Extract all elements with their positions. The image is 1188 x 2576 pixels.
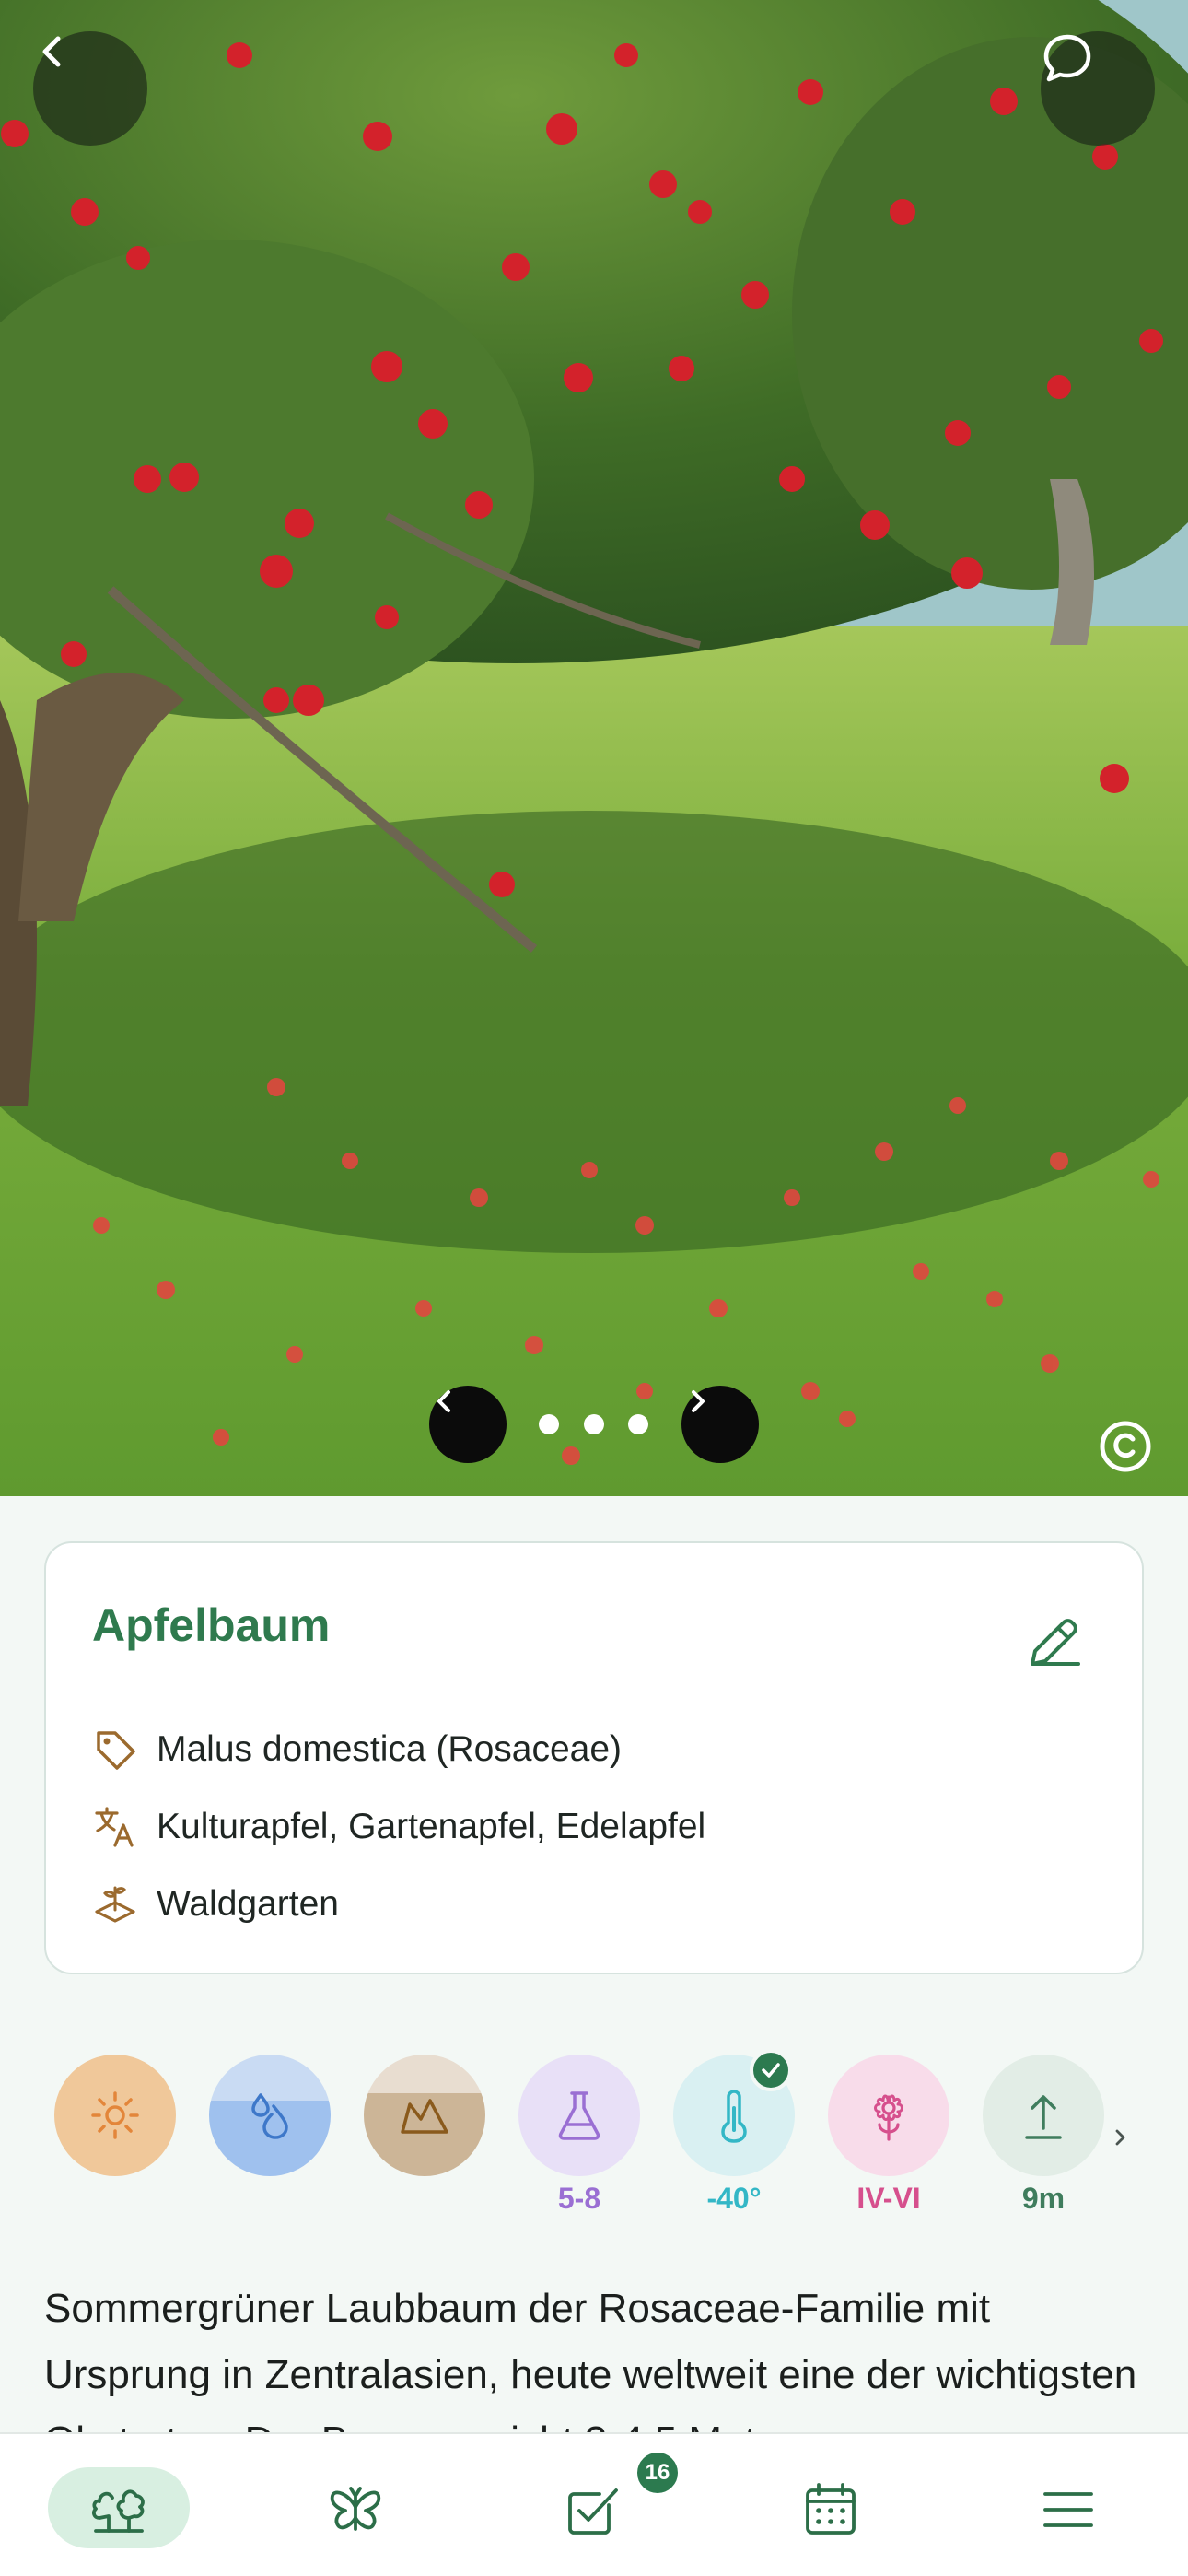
carousel-dot[interactable] — [539, 1414, 559, 1434]
attribute-height-value: 9m — [1021, 2182, 1066, 2215]
translate-icon — [90, 1802, 140, 1852]
copyright-button[interactable] — [1098, 1419, 1153, 1474]
back-button[interactable] — [33, 31, 147, 146]
attribute-ph-value: 5-8 — [557, 2182, 601, 2215]
chevron-left-icon — [42, 36, 61, 67]
flask-icon — [558, 2091, 600, 2140]
carousel-dot[interactable] — [584, 1414, 604, 1434]
carousel-prev-button[interactable] — [429, 1386, 507, 1463]
nav-item-menu[interactable] — [1022, 2471, 1114, 2548]
copyright-icon — [1100, 1421, 1151, 1472]
checkbox-icon — [568, 2488, 618, 2535]
tag-icon — [90, 1725, 140, 1774]
edit-button[interactable] — [1017, 1606, 1090, 1680]
attribute-sun[interactable] — [54, 2055, 176, 2176]
common-names: Kulturapfel, Gartenapfel, Edelapfel — [157, 1807, 706, 1846]
checkmark-badge — [750, 2049, 792, 2091]
scientific-name-row: Malus domestica (Rosaceae) — [90, 1722, 622, 1777]
thermometer-icon — [721, 2090, 747, 2143]
tasks-badge-count: 16 — [645, 2460, 670, 2485]
bottom-navigation: 16 — [0, 2432, 1188, 2576]
menu-icon — [1043, 2492, 1093, 2527]
attribute-water[interactable] — [209, 2055, 331, 2176]
carousel-dot[interactable] — [628, 1414, 648, 1434]
pencil-icon — [1031, 1619, 1080, 1666]
attribute-flowering[interactable] — [828, 2055, 949, 2176]
comment-button[interactable] — [1041, 31, 1155, 146]
plant-photo[interactable] — [0, 0, 1188, 1496]
attribute-ph[interactable] — [518, 2055, 640, 2176]
soil-icon — [401, 2099, 448, 2134]
plant-name: Apfelbaum — [92, 1599, 331, 1651]
nav-item-tasks[interactable] — [547, 2471, 639, 2548]
calendar-icon — [806, 2483, 856, 2535]
scroll-right-button[interactable] — [1101, 2119, 1138, 2156]
nav-item-calendar[interactable] — [785, 2471, 877, 2548]
attribute-soil[interactable] — [364, 2055, 485, 2176]
water-drops-icon — [251, 2093, 288, 2139]
garden-type-row: Waldgarten — [90, 1877, 339, 1932]
chevron-left-icon — [437, 1390, 450, 1412]
attribute-temperature-value: -40° — [706, 2182, 762, 2215]
checkmark-icon — [762, 2063, 780, 2078]
speech-bubble-icon — [1043, 34, 1091, 82]
chevron-right-icon — [692, 1390, 705, 1412]
butterfly-icon — [330, 2487, 381, 2531]
attribute-height[interactable] — [983, 2055, 1104, 2176]
flower-icon — [874, 2094, 903, 2141]
plant-detail-screen: Apfelbaum Malus domestica (Rosaceae) Kul… — [0, 0, 1188, 2576]
scientific-name: Malus domestica (Rosaceae) — [157, 1729, 623, 1769]
sun-icon — [91, 2091, 139, 2139]
nav-item-garden[interactable] — [309, 2471, 402, 2548]
attribute-flowering-value: IV-VI — [856, 2182, 921, 2215]
tasks-badge: 16 — [634, 2449, 681, 2497]
nav-item-plants[interactable] — [48, 2467, 190, 2548]
garden-type: Waldgarten — [157, 1884, 339, 1924]
common-names-row: Kulturapfel, Gartenapfel, Edelapfel — [90, 1799, 705, 1855]
plant-info-card: Apfelbaum Malus domestica (Rosaceae) Kul… — [44, 1541, 1144, 1974]
apple-tree-photo-illustration — [0, 0, 1188, 1496]
carousel-next-button[interactable] — [681, 1386, 759, 1463]
garden-bed-icon — [90, 1879, 140, 1929]
chevron-right-icon — [1115, 2129, 1125, 2146]
arrow-up-icon — [1025, 2095, 1062, 2139]
tree-icon — [92, 2489, 145, 2533]
